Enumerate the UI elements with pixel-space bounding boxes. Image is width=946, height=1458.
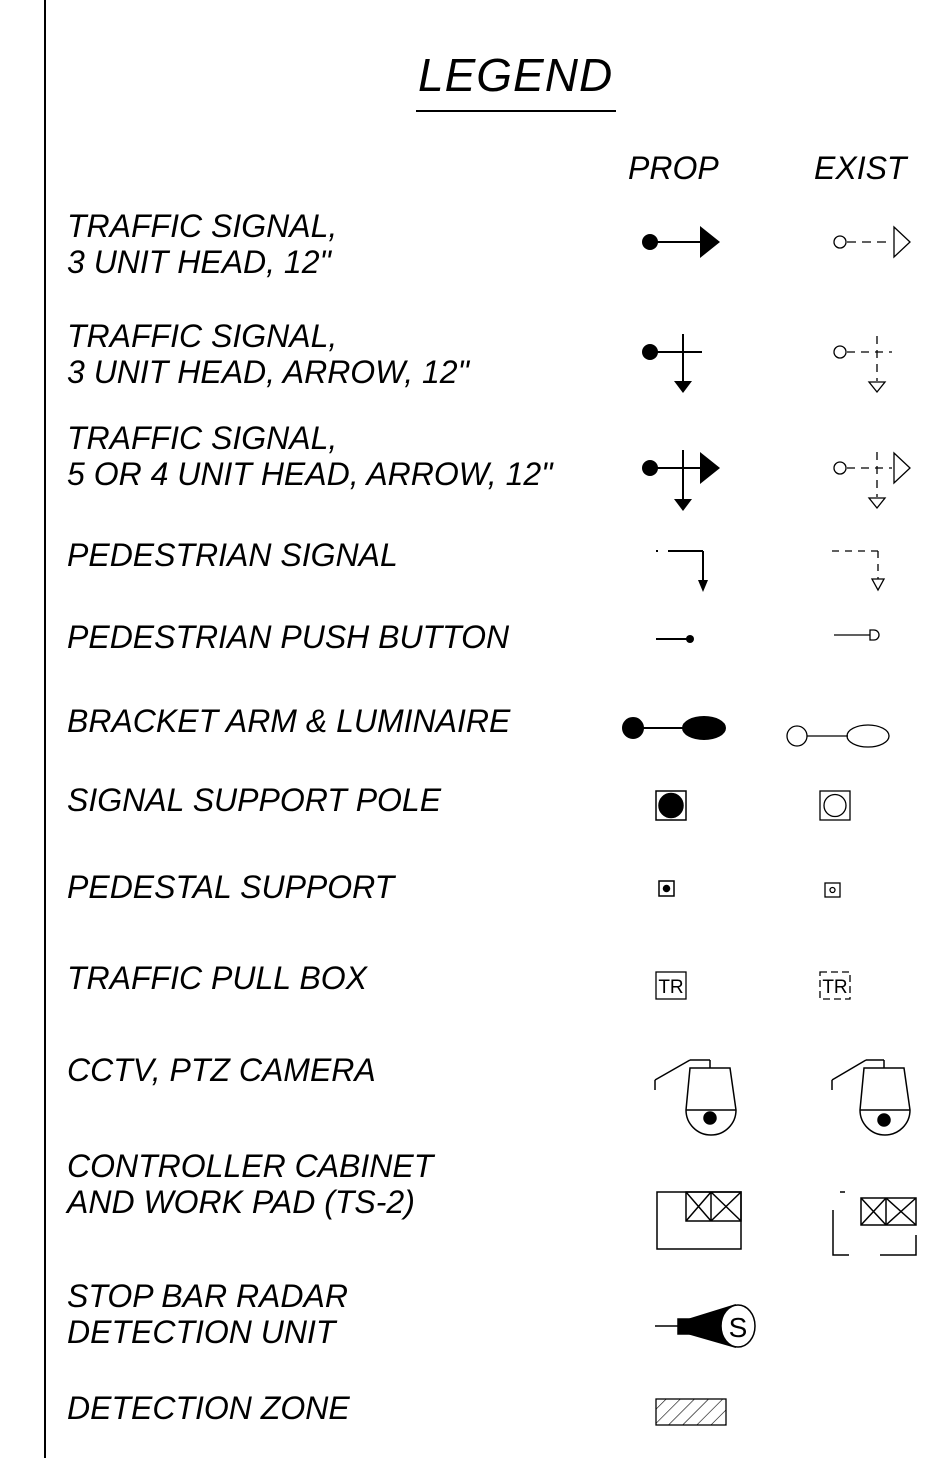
- exist-signal-3-unit-head-icon: [833, 225, 911, 259]
- prop-detection-zone-icon: [655, 1398, 727, 1426]
- prop-pedestrian-signal-icon: [656, 550, 708, 592]
- exist-camera-icon: [831, 1059, 911, 1136]
- exist-signal-3-unit-arrow-icon: [833, 336, 892, 394]
- exist-support-pole-icon: [819, 790, 851, 821]
- prop-pull-box-icon: TR: [655, 971, 687, 1000]
- prop-luminaire-icon: [622, 716, 726, 740]
- prop-cabinet-icon: [656, 1191, 742, 1250]
- prop-pedestal-icon: [658, 880, 675, 897]
- pull-box-text: TR: [658, 977, 683, 998]
- exist-signal-5-unit-arrow-icon: [833, 451, 911, 510]
- prop-push-button-icon: [656, 635, 694, 643]
- exist-pedestrian-signal-icon: [832, 550, 886, 592]
- exist-push-button-icon: [834, 629, 880, 641]
- exist-pull-box-icon: TR: [819, 971, 851, 1000]
- exist-luminaire-icon: [786, 724, 890, 748]
- legend-symbols: TR TR S: [622, 225, 917, 1426]
- radar-text: S: [729, 1312, 748, 1343]
- prop-signal-3-unit-arrow-icon: [642, 334, 702, 393]
- exist-cabinet-icon: [832, 1191, 917, 1256]
- exist-pedestal-icon: [824, 882, 841, 898]
- prop-support-pole-icon: [655, 790, 687, 821]
- prop-signal-5-unit-arrow-icon: [642, 450, 720, 511]
- pull-box-text: TR: [822, 977, 847, 998]
- prop-signal-3-unit-head-icon: [642, 226, 720, 258]
- prop-radar-icon: S: [655, 1303, 756, 1348]
- prop-camera-icon: [654, 1059, 737, 1136]
